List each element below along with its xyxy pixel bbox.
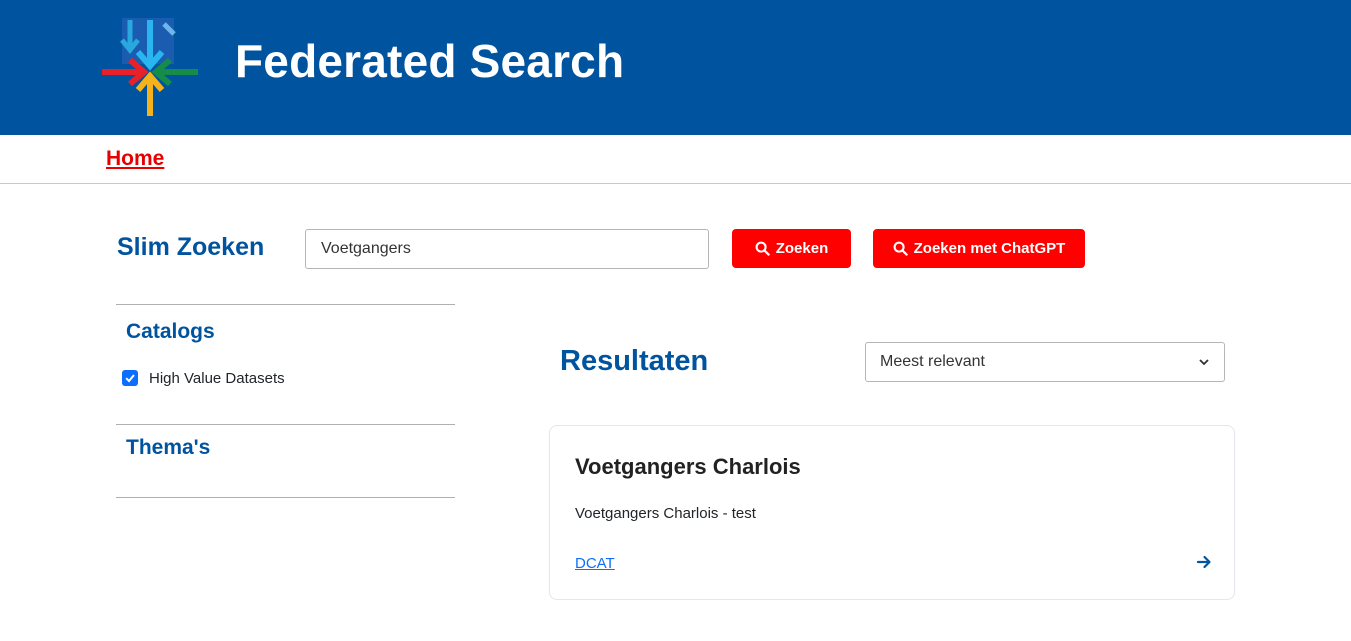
converging-arrows-logo-icon[interactable]	[100, 18, 200, 118]
arrow-right-icon[interactable]	[1196, 554, 1212, 570]
sort-select-value: Meest relevant	[880, 353, 985, 370]
search-icon	[755, 241, 770, 256]
chatgpt-search-button-label: Zoeken met ChatGPT	[913, 240, 1066, 257]
checkmark-icon	[125, 374, 135, 383]
result-dcat-link[interactable]: DCAT	[575, 555, 615, 572]
search-input[interactable]	[305, 229, 709, 269]
search-label: Slim Zoeken	[117, 233, 265, 261]
catalogs-heading[interactable]: Catalogs	[126, 320, 215, 344]
chatgpt-search-button[interactable]: Zoeken met ChatGPT	[873, 229, 1085, 268]
site-title: Federated Search	[235, 35, 625, 87]
result-title: Voetgangers Charlois	[575, 454, 801, 479]
navbar: Home	[0, 135, 1351, 184]
catalog-checkbox-high-value-datasets[interactable]	[122, 370, 138, 386]
result-description: Voetgangers Charlois - test	[575, 505, 756, 522]
filter-divider	[116, 304, 455, 305]
search-button-label: Zoeken	[775, 240, 829, 257]
result-card: Voetgangers Charlois Voetgangers Charloi…	[549, 425, 1235, 600]
sort-select[interactable]: Meest relevant	[865, 342, 1225, 382]
catalog-label-high-value-datasets[interactable]: High Value Datasets	[149, 370, 285, 387]
search-icon	[893, 241, 908, 256]
site-header: Federated Search	[0, 0, 1351, 135]
nav-home-link[interactable]: Home	[106, 147, 164, 171]
search-button[interactable]: Zoeken	[732, 229, 851, 268]
results-title: Resultaten	[560, 345, 709, 377]
themes-heading[interactable]: Thema's	[126, 436, 210, 460]
filter-divider	[116, 497, 455, 498]
chevron-down-icon	[1199, 359, 1209, 366]
filter-divider	[116, 424, 455, 425]
